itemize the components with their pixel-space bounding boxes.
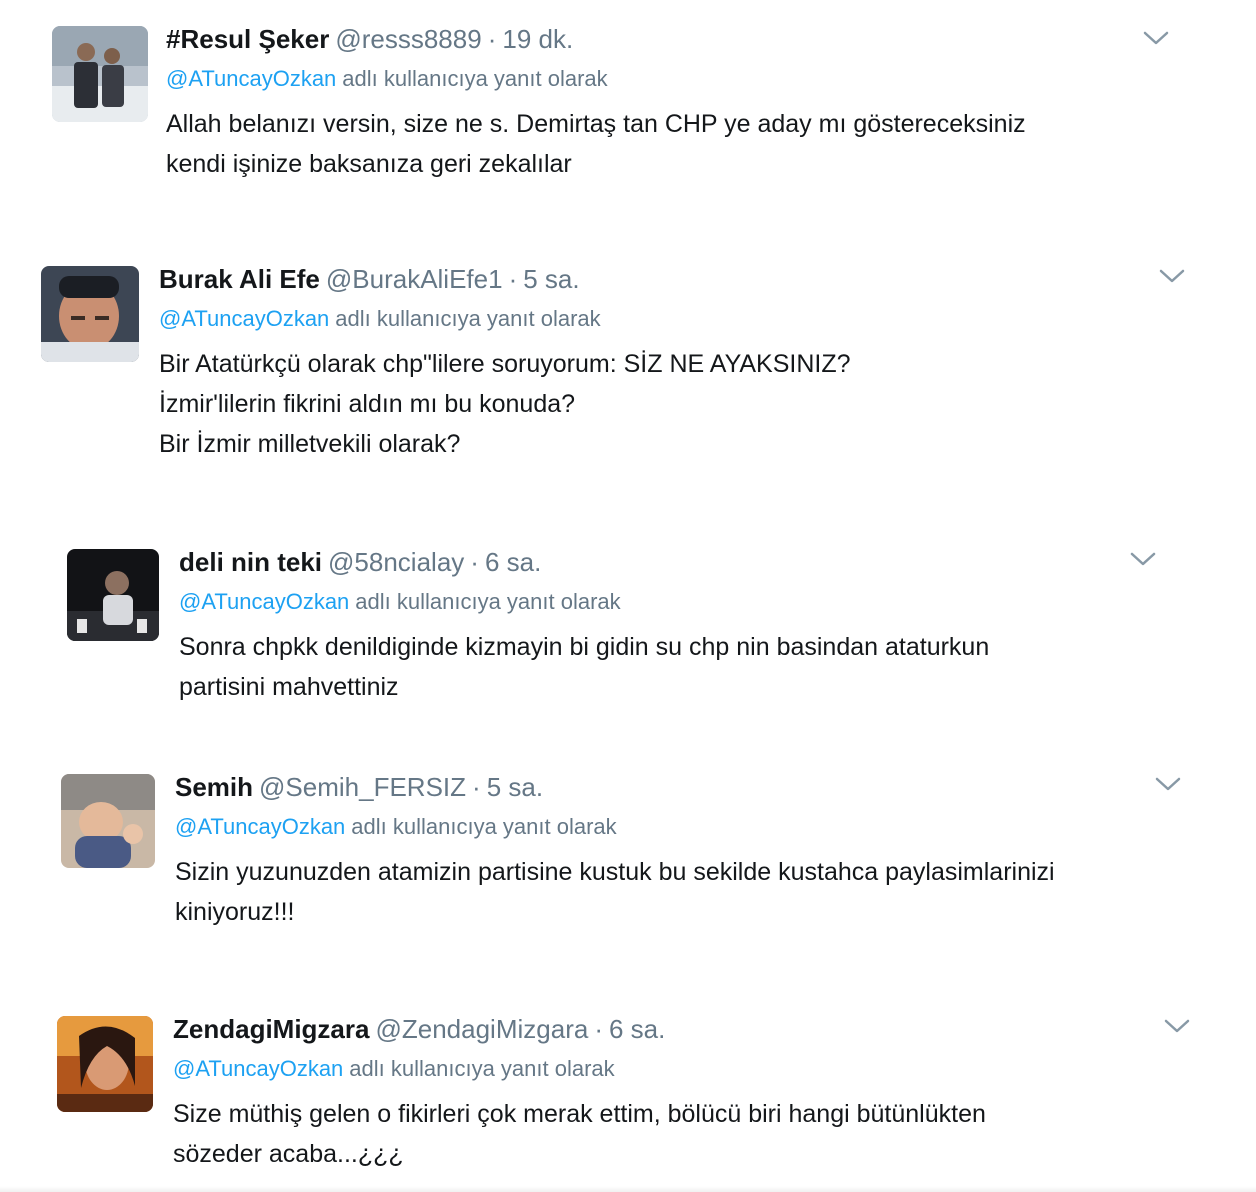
tweet[interactable]: Semih @Semih_FERSIZ · 5 sa. @ATuncayOzkan ad… [61,770,1201,940]
avatar-photo [57,1016,153,1112]
tweet-text-line: kendi işinize baksanıza geri zekalılar [166,150,572,178]
separator: · [487,24,497,54]
avatar[interactable] [52,26,148,122]
author-name[interactable]: Burak Ali Efe [159,264,320,294]
avatar[interactable] [57,1016,153,1112]
reply-context-text: adlı kullanıcıya yanıt olarak [342,66,608,91]
tweet-text-line: kiniyoruz!!! [175,898,295,926]
tweet-text-line: Allah belanızı versin, size ne s. Demirt… [166,110,1026,138]
tweet-text: Bir Atatürkçü olarak chp"lilere soruyoru… [159,344,1179,464]
avatar-photo [67,549,159,641]
tweet-text: Sizin yuzunuzden atamizin partisine kust… [175,852,1185,932]
timestamp[interactable]: 19 dk. [502,24,573,54]
author-name[interactable]: #Resul Şeker [166,24,329,54]
tweet-text-line: Bir İzmir milletvekili olarak? [159,430,461,458]
separator: · [508,264,518,294]
avatar-photo [41,266,139,362]
tweet[interactable]: deli nin teki @58ncialay · 6 sa. @ATuncayOz… [67,545,1187,705]
avatar-photo [52,26,148,122]
avatar-photo [61,774,155,868]
author-handle[interactable]: @BurakAliEfe1 [326,264,503,294]
author-handle[interactable]: @resss8889 [335,24,481,54]
reply-context-text: adlı kullanıcıya yanıt olarak [349,1056,615,1081]
tweet[interactable]: #Resul Şeker @resss8889 · 19 dk. @ATuncayOz… [52,22,1212,192]
tweet[interactable]: ZendagiMigzara @ZendagiMizgara · 6 sa. @ATu… [57,1012,1207,1184]
chevron-down-icon[interactable] [1129,549,1157,569]
author-name[interactable]: deli nin teki [179,547,322,577]
reply-mention-link[interactable]: @ATuncayOzkan [173,1056,343,1081]
timestamp[interactable]: 5 sa. [523,264,579,294]
bottom-edge-shadow [0,1186,1256,1192]
author-handle[interactable]: @58ncialay [328,547,464,577]
tweet[interactable]: Burak Ali Efe @BurakAliEfe1 · 5 sa. @ATunca… [41,262,1221,472]
separator: · [594,1014,603,1044]
timestamp[interactable]: 5 sa. [487,772,543,802]
tweet-text: Size müthiş gelen o fikirleri çok merak … [173,1094,1183,1174]
reply-context-text: adlı kullanıcıya yanıt olarak [355,589,621,614]
avatar[interactable] [61,774,155,868]
timestamp[interactable]: 6 sa. [485,547,541,577]
chevron-down-icon[interactable] [1142,28,1170,48]
tweet-text: Allah belanızı versin, size ne s. Demirt… [166,104,1186,184]
tweet-text-line: Sonra chpkk denildiginde kizmayin bi gid… [179,633,990,661]
reply-mention-link[interactable]: @ATuncayOzkan [175,814,345,839]
tweet-text-line: Bir Atatürkçü olarak chp"lilere soruyoru… [159,350,851,378]
author-name[interactable]: ZendagiMigzara [173,1014,369,1044]
reply-mention-link[interactable]: @ATuncayOzkan [179,589,349,614]
tweet-text-line: Sizin yuzunuzden atamizin partisine kust… [175,858,1055,886]
author-handle[interactable]: @Semih_FERSIZ [259,772,466,802]
reply-mention-link[interactable]: @ATuncayOzkan [166,66,336,91]
tweet-text: Sonra chpkk denildiginde kizmayin bi gid… [179,627,1159,707]
tweet-text-line: Size müthiş gelen o fikirleri çok merak … [173,1100,986,1128]
author-name[interactable]: Semih [175,772,253,802]
separator: · [472,772,481,802]
tweet-text-line: sözeder acaba...¿¿¿ [173,1140,404,1168]
tweet-text-line: İzmir'lilerin fikrini aldın mı bu konuda… [159,390,576,418]
chevron-down-icon[interactable] [1158,266,1186,286]
timestamp[interactable]: 6 sa. [609,1014,665,1044]
chevron-down-icon[interactable] [1154,774,1182,794]
chevron-down-icon[interactable] [1163,1016,1191,1036]
avatar[interactable] [67,549,159,641]
tweet-text-line: partisini mahvettiniz [179,673,399,701]
reply-mention-link[interactable]: @ATuncayOzkan [159,306,329,331]
separator: · [470,547,479,577]
avatar[interactable] [41,266,139,362]
reply-context-text: adlı kullanıcıya yanıt olarak [351,814,617,839]
reply-context-text: adlı kullanıcıya yanıt olarak [335,306,601,331]
author-handle[interactable]: @ZendagiMizgara [375,1014,588,1044]
